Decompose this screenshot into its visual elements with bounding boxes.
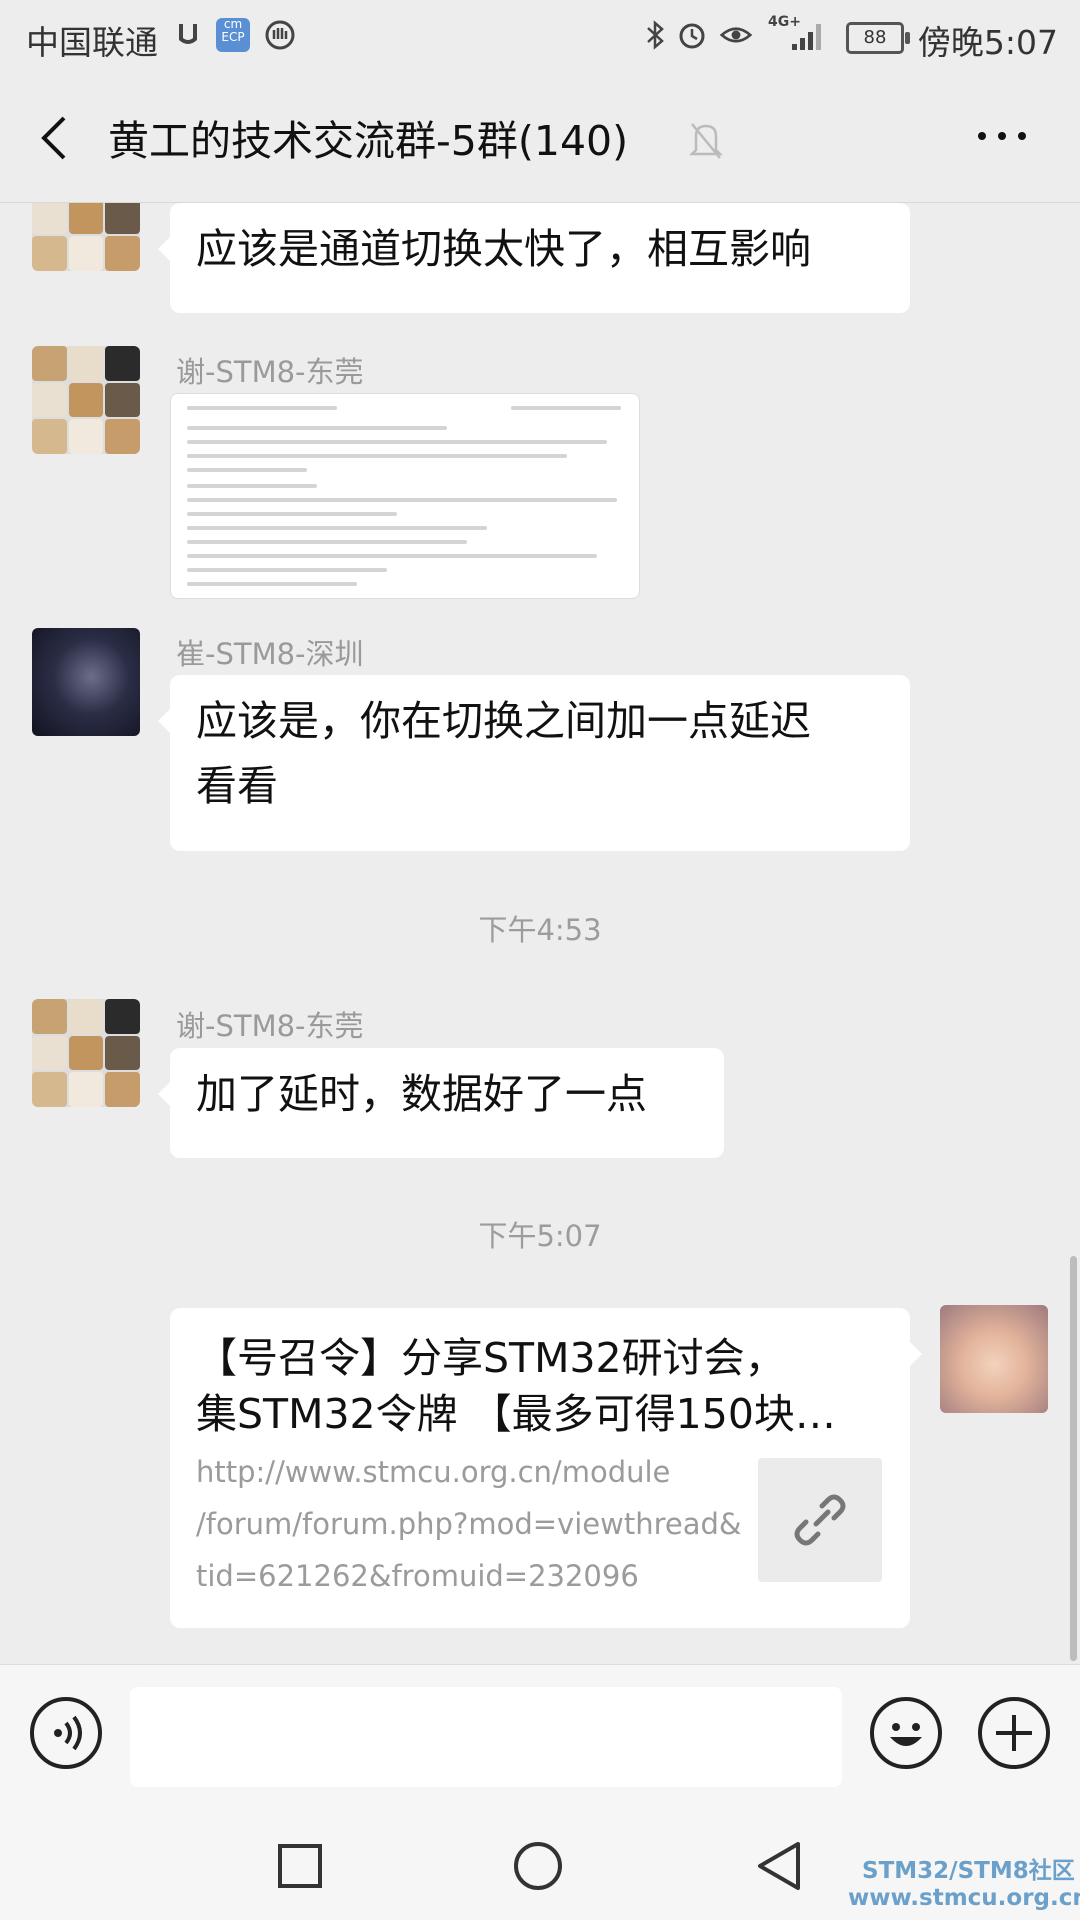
back-triangle-icon[interactable] [754,1840,806,1896]
alarm-clock-icon [676,18,708,52]
link-card[interactable]: 【号召令】分享STM32研讨会， 集STM32令牌 【最多可得150块… htt… [170,1308,922,1628]
watermark: STM32/STM8社区 www.stmcu.org.cn [848,1858,1080,1912]
avatar[interactable] [32,346,140,454]
timestamp: 下午4:53 [478,913,602,947]
input-bar [0,1664,1080,1801]
link-icon [790,1490,850,1569]
ecp-app-icon: cm ECP [216,18,250,52]
hand-app-icon [264,18,296,52]
voice-icon[interactable] [30,1697,102,1769]
carrier-label: 中国联通 [26,23,158,62]
sender-name: 谢-STM8-东莞 [176,1009,364,1043]
link-url-line: http://www.stmcu.org.cn/module [196,1455,671,1489]
plus-icon[interactable] [978,1697,1050,1769]
my-avatar[interactable] [940,1305,1048,1413]
message-bubble[interactable]: 应该是通道切换太快了，相互影响 [158,203,910,313]
more-dots-icon[interactable] [972,114,1032,158]
link-title-line: 【号召令】分享STM32研讨会， [196,1334,786,1382]
watermark-line: www.stmcu.org.cn [848,1885,1080,1911]
status-bar: 中国联通 cm ECP 4G+ 88 傍晚5:07 [0,0,1080,74]
message-text-line: 应该是，你在切换之间加一点延迟 [196,697,811,745]
mute-bell-icon [686,118,726,162]
message-bubble[interactable]: 应该是，你在切换之间加一点延迟 看看 [158,675,910,851]
chat-area: 应该是通道切换太快了，相互影响 谢-STM8-东莞 崔-STM8-深圳 应该是，… [0,203,1080,1663]
eye-icon [720,18,752,52]
link-title-line: 集STM32令牌 【最多可得150块… [196,1390,836,1438]
circle-icon[interactable] [512,1840,564,1896]
avatar[interactable] [32,628,140,736]
back-arrow-icon[interactable] [34,114,74,162]
link-url-line: /forum/forum.php?mod=viewthread& [196,1507,742,1541]
ecp-label: cm ECP [221,17,245,44]
home-square-icon[interactable] [276,1842,324,1894]
message-text: 加了延时，数据好了一点 [196,1070,647,1118]
clock: 傍晚5:07 [917,23,1058,62]
chat-header: 黄工的技术交流群-5群(140) [0,74,1080,203]
scrollbar[interactable] [1070,1256,1077,1661]
battery-indicator: 88 [846,22,910,54]
link-thumbnail [758,1458,882,1582]
group-title: 黄工的技术交流群-5群(140) [108,117,629,165]
sender-name: 崔-STM8-深圳 [176,637,364,671]
avatar[interactable] [32,999,140,1107]
timestamp: 下午5:07 [478,1219,602,1253]
bluetooth-icon [640,18,672,52]
message-bubble[interactable]: 加了延时，数据好了一点 [158,1048,724,1158]
watermark-line: STM32/STM8社区 [862,1858,1075,1884]
sender-name: 谢-STM8-东莞 [176,355,364,389]
image-message[interactable] [170,393,640,599]
link-url: http://www.stmcu.org.cn/module /forum/fo… [196,1446,742,1602]
message-text-line: 看看 [196,762,278,810]
message-text: 应该是通道切换太快了，相互影响 [196,225,811,273]
alarm-app-icon [172,18,204,52]
signal-icon [790,22,826,56]
emoji-icon[interactable] [870,1697,942,1769]
link-url-line: tid=621262&fromuid=232096 [196,1559,639,1593]
message-input[interactable] [130,1687,842,1787]
avatar[interactable] [32,203,140,271]
